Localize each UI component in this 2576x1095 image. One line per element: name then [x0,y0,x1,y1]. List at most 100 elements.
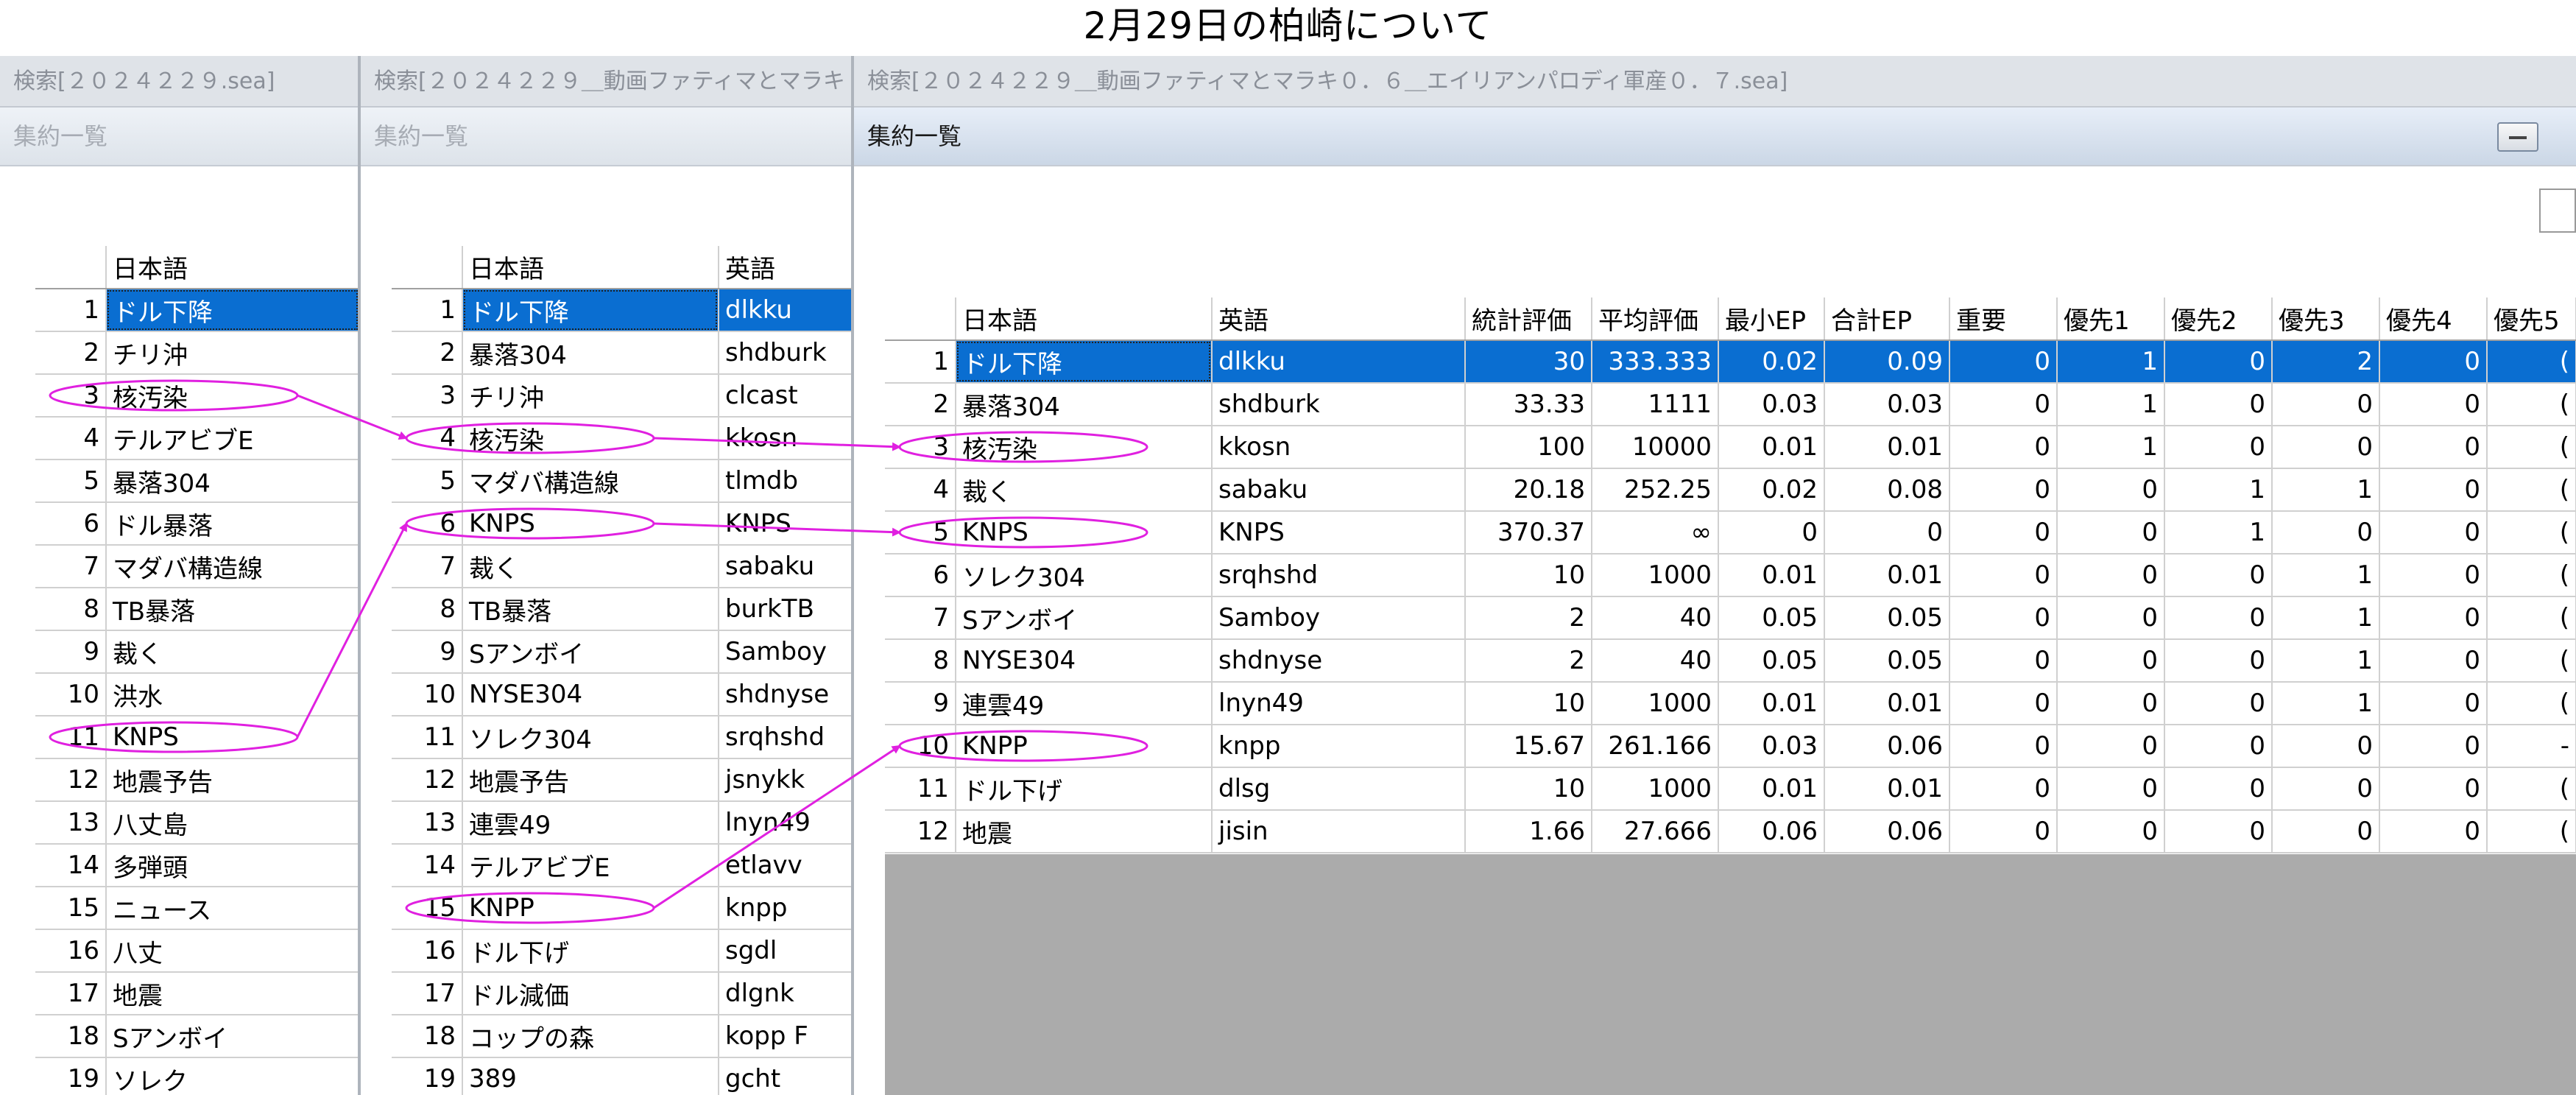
value-cell[interactable]: 1 [2272,639,2380,683]
value-cell[interactable]: 0.03 [1824,383,1950,426]
value-cell[interactable]: 10 [1465,554,1592,597]
value-cell[interactable]: 0.01 [1824,554,1950,597]
value-cell[interactable]: 1000 [1592,554,1719,597]
value-cell[interactable]: 1 [2057,340,2165,384]
japanese-cell[interactable]: 裁く [956,468,1213,512]
japanese-cell[interactable]: ドル下降 [956,340,1213,384]
row-number[interactable]: 14 [35,844,107,887]
row-number[interactable]: 4 [885,468,956,512]
value-cell[interactable]: 0 [2272,810,2380,853]
value-cell[interactable]: 0 [1949,554,2058,597]
value-cell[interactable]: 0 [1949,639,2058,683]
column-header[interactable]: 重要 [1949,297,2058,341]
row-number-header[interactable] [885,297,956,341]
table-row[interactable]: 5 マダバ構造線 tlmdb [392,460,854,503]
japanese-cell[interactable]: 裁く [106,630,360,674]
table-row[interactable]: 16 八丈 [35,929,360,973]
japanese-cell[interactable]: チリ沖 [106,331,360,375]
aggregate-table[interactable]: 日本語 1 ドル下降 2 チリ沖 3 核汚染 4 テルアビブE 5 暴落304 6 ドル暴落 7 マダバ構… [35,246,360,1095]
table-row[interactable]: 17 ドル減価 dlgnk [392,972,854,1015]
table-row[interactable]: 13 八丈島 [35,801,360,845]
value-cell[interactable]: 0 [2164,383,2273,426]
value-cell[interactable]: 1111 [1592,383,1719,426]
japanese-cell[interactable]: ドル減価 [462,972,719,1015]
table-row[interactable]: 12 地震予告 jsnykk [392,758,854,802]
table-row[interactable]: 8 NYSE304 shdnyse 2 40 0.05 0.05 0 0 0 1 0( [885,639,2576,683]
row-number[interactable]: 10 [392,673,463,716]
english-cell[interactable]: shdnyse [719,673,854,716]
table-row[interactable]: 15 ニュース [35,887,360,930]
row-number[interactable]: 1 [885,340,956,384]
japanese-cell[interactable]: マダバ構造線 [462,460,719,503]
english-cell[interactable]: dlgnk [719,972,854,1015]
value-cell[interactable]: 1 [2272,682,2380,725]
value-cell[interactable]: 0.05 [1824,596,1950,640]
japanese-cell[interactable]: KNPS [462,502,719,546]
japanese-cell[interactable]: KNPS [956,511,1213,554]
row-number[interactable]: 16 [392,929,463,973]
value-cell[interactable]: 1 [2164,511,2273,554]
row-number[interactable]: 6 [35,502,107,546]
english-cell[interactable]: kkosn [719,417,854,460]
table-row[interactable]: 1 ドル下降 [35,289,360,332]
english-cell[interactable]: sgdl [719,929,854,973]
row-number[interactable]: 19 [392,1057,463,1095]
value-cell[interactable]: ( [2487,383,2576,426]
table-row[interactable]: 2 チリ沖 [35,331,360,375]
table-row[interactable]: 13 連雲49 lnyn49 [392,801,854,845]
japanese-cell[interactable]: ドル下降 [462,289,719,332]
table-row[interactable]: 9 Sアンボイ Samboy [392,630,854,674]
row-number[interactable]: 7 [392,545,463,588]
japanese-cell[interactable]: テルアビブE [106,417,360,460]
value-cell[interactable]: 0 [2379,383,2488,426]
table-row[interactable]: 10 洪水 [35,673,360,716]
row-number[interactable]: 13 [392,801,463,845]
row-number[interactable]: 17 [35,972,107,1015]
table-row[interactable]: 1 ドル下降 dlkku [392,289,854,332]
japanese-cell[interactable]: 389 [462,1057,719,1095]
row-number[interactable]: 5 [885,511,956,554]
english-cell[interactable]: Samboy [719,630,854,674]
column-header[interactable]: 優先1 [2057,297,2165,341]
value-cell[interactable]: 0 [2057,810,2165,853]
row-number[interactable]: 12 [392,758,463,802]
table-body[interactable]: 1 ドル下降 dlkku 30 333.333 0.02 0.09 0 1 0 2 0(2 暴落304 s… [885,340,2576,853]
japanese-cell[interactable]: NYSE304 [462,673,719,716]
japanese-cell[interactable]: 核汚染 [106,374,360,418]
value-cell[interactable]: 0 [2057,639,2165,683]
column-header[interactable]: 日本語 [462,246,719,289]
english-cell[interactable]: clcast [719,374,854,418]
row-number[interactable]: 18 [35,1015,107,1058]
value-cell[interactable]: ( [2487,426,2576,469]
english-cell[interactable]: tlmdb [719,460,854,503]
japanese-cell[interactable]: 洪水 [106,673,360,716]
japanese-cell[interactable]: KNPS [106,716,360,759]
table-row[interactable]: 6 ソレク304 srqhshd 10 1000 0.01 0.01 0 0 0 1 0( [885,554,2576,597]
table-row[interactable]: 4 核汚染 kkosn [392,417,854,460]
value-cell[interactable]: 0 [1949,511,2058,554]
value-cell[interactable]: 10 [1465,682,1592,725]
japanese-cell[interactable]: Sアンボイ [462,630,719,674]
row-number[interactable]: 16 [35,929,107,973]
value-cell[interactable]: 0 [2057,596,2165,640]
row-number[interactable]: 2 [885,383,956,426]
english-cell[interactable]: shdburk [1212,383,1466,426]
table-row[interactable]: 3 核汚染 kkosn 100 10000 0.01 0.01 0 1 0 0 0( [885,426,2576,469]
value-cell[interactable]: 0 [2164,596,2273,640]
value-cell[interactable]: 0.01 [1718,554,1825,597]
value-cell[interactable]: 2 [1465,639,1592,683]
value-cell[interactable]: 0 [2379,596,2488,640]
value-cell[interactable]: ∞ [1592,511,1719,554]
table-row[interactable]: 7 裁く sabaku [392,545,854,588]
table-row[interactable]: 12 地震 jisin 1.66 27.666 0.06 0.06 0 0 0 0 0( [885,810,2576,853]
value-cell[interactable]: 261.166 [1592,725,1719,768]
table-body[interactable]: 1 ドル下降 dlkku 2 暴落304 shdburk 3 チリ沖 clcast 4 核汚染 kko… [392,289,854,1095]
row-number[interactable]: 4 [392,417,463,460]
row-number[interactable]: 10 [35,673,107,716]
value-cell[interactable]: 0 [1949,383,2058,426]
japanese-cell[interactable]: 暴落304 [956,383,1213,426]
english-cell[interactable]: sabaku [1212,468,1466,512]
value-cell[interactable]: 0 [2379,767,2488,811]
english-cell[interactable]: dlkku [1212,340,1466,384]
table-row[interactable]: 11 ソレク304 srqhshd [392,716,854,759]
